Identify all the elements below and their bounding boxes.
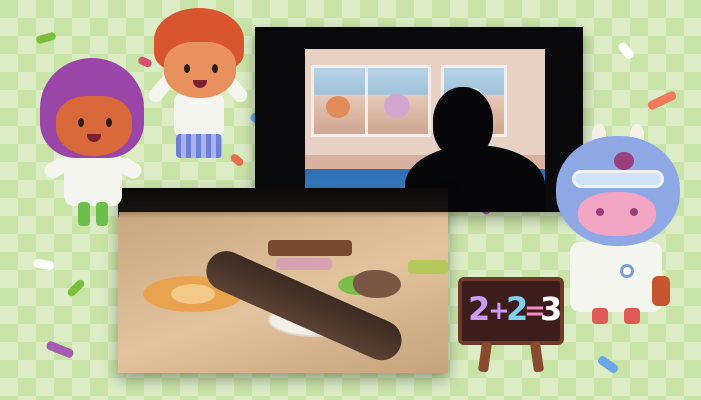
child-hand (353, 270, 401, 298)
math-chalkboard: 2 + 2 = 3 (458, 277, 564, 345)
confetti-piece (596, 354, 620, 375)
eq-digit-1: 2 (468, 290, 491, 328)
game-panel (365, 65, 431, 137)
lab-coat (64, 152, 122, 206)
blue-cow-scientist (548, 124, 688, 334)
table-card (276, 258, 332, 270)
green-leggings (78, 202, 90, 226)
confetti-piece (646, 90, 678, 111)
confetti-piece (35, 31, 57, 45)
confetti-piece (66, 278, 86, 298)
purple-hair-child (30, 56, 160, 236)
chalkboard-leg (477, 341, 493, 373)
face (164, 42, 236, 98)
orange-hair-child (145, 6, 251, 166)
lab-coat (570, 242, 662, 312)
lab-coat (174, 92, 224, 138)
eq-result: 3 (540, 290, 563, 328)
confetti-piece (616, 40, 636, 61)
goggles (572, 170, 664, 188)
cow-snout (578, 192, 656, 236)
cow-spot (614, 152, 634, 170)
table-card (268, 240, 352, 256)
bottle (652, 276, 670, 306)
photo-child-watching-screen (255, 27, 583, 212)
confetti-piece (33, 258, 55, 271)
photo-interactive-table (118, 188, 448, 373)
table-card (408, 260, 448, 274)
striped-pants (176, 134, 222, 158)
face (56, 96, 132, 156)
confetti-piece (45, 340, 75, 359)
coat-button (620, 264, 634, 278)
scene: 2 + 2 = 3 (0, 0, 701, 400)
chalkboard-leg (529, 341, 545, 373)
